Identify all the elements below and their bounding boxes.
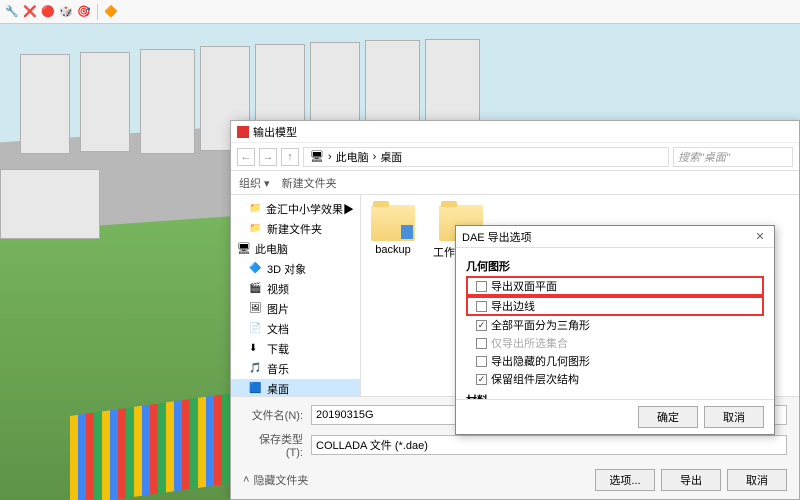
doc-icon bbox=[249, 322, 263, 336]
options-title: DAE 导出选项 bbox=[462, 229, 532, 245]
tree-item[interactable]: 新建文件夹 bbox=[231, 219, 360, 239]
toolbar-divider bbox=[97, 4, 98, 20]
cancel-button[interactable]: 取消 bbox=[727, 469, 787, 491]
tree-item-label: 音乐 bbox=[267, 361, 289, 377]
dae-options-dialog: DAE 导出选项 ✕ 几何图形导出双面平面导出边线全部平面分为三角形仅导出所选集… bbox=[455, 225, 775, 435]
chevron-up-icon: ˄ bbox=[243, 474, 249, 486]
nav-back-icon[interactable]: ← bbox=[237, 148, 255, 166]
tree-item-label: 桌面 bbox=[267, 381, 289, 396]
tool-3[interactable]: 🔴 bbox=[40, 4, 56, 20]
option-row[interactable]: 全部平面分为三角形 bbox=[466, 316, 764, 334]
folder-item[interactable]: backup bbox=[371, 205, 415, 256]
organize-button[interactable]: 组织 ▾ bbox=[239, 175, 270, 191]
checkbox-icon[interactable] bbox=[476, 301, 487, 312]
tree-item[interactable]: 下载 bbox=[231, 339, 360, 359]
options-button[interactable]: 选项... bbox=[595, 469, 655, 491]
option-label: 保留组件层次结构 bbox=[491, 371, 579, 387]
vid-icon bbox=[249, 282, 263, 296]
pic-icon bbox=[249, 302, 263, 316]
option-label: 仅导出所选集合 bbox=[491, 335, 568, 351]
breadcrumb-current[interactable]: 桌面 bbox=[380, 149, 402, 165]
filetype-label: 保存类型(T): bbox=[243, 431, 303, 459]
dl-icon bbox=[249, 342, 263, 356]
option-group-label: 材料 bbox=[466, 392, 764, 399]
tree-item[interactable]: 音乐 bbox=[231, 359, 360, 379]
tree-item[interactable]: 图片 bbox=[231, 299, 360, 319]
tree-item[interactable]: 此电脑 bbox=[231, 239, 360, 259]
option-label: 导出隐藏的几何图形 bbox=[491, 353, 590, 369]
fold-icon bbox=[249, 202, 262, 216]
export-dialog-title: 输出模型 bbox=[253, 124, 297, 140]
tree-item-label: 图片 bbox=[267, 301, 289, 317]
new-folder-button[interactable]: 新建文件夹 bbox=[282, 175, 337, 191]
option-label: 导出边线 bbox=[491, 298, 535, 314]
option-group-label: 几何图形 bbox=[466, 258, 764, 274]
option-row[interactable]: 导出隐藏的几何图形 bbox=[466, 352, 764, 370]
breadcrumb-root[interactable]: 此电脑 bbox=[336, 149, 369, 165]
tool-6[interactable]: 🔶 bbox=[103, 4, 119, 20]
tool-5[interactable]: 🎯 bbox=[76, 4, 92, 20]
tree-item[interactable]: 桌面 bbox=[231, 379, 360, 396]
tree-item-label: 3D 对象 bbox=[267, 261, 306, 277]
tree-item-label: 新建文件夹 bbox=[267, 221, 322, 237]
pc-icon bbox=[237, 242, 251, 256]
filetype-field[interactable]: COLLADA 文件 (*.dae) bbox=[311, 435, 787, 455]
option-label: 导出双面平面 bbox=[491, 278, 557, 294]
pc-icon bbox=[310, 150, 324, 163]
tree-item-label: 下载 bbox=[267, 341, 289, 357]
checkbox-icon[interactable] bbox=[476, 374, 487, 385]
app-icon bbox=[237, 126, 249, 138]
main-toolbar: 🔧 ❌ 🔴 🎲 🎯 🔶 bbox=[0, 0, 800, 24]
checkbox-icon[interactable] bbox=[476, 320, 487, 331]
tree-item[interactable]: 3D 对象 bbox=[231, 259, 360, 279]
options-titlebar[interactable]: DAE 导出选项 ✕ bbox=[456, 226, 774, 248]
close-icon[interactable]: ✕ bbox=[752, 229, 768, 245]
options-cancel-button[interactable]: 取消 bbox=[704, 406, 764, 428]
tree-item[interactable]: 视频 bbox=[231, 279, 360, 299]
option-label: 全部平面分为三角形 bbox=[491, 317, 590, 333]
option-row: 仅导出所选集合 bbox=[466, 334, 764, 352]
tree-item-label: 视频 bbox=[267, 281, 289, 297]
export-button[interactable]: 导出 bbox=[661, 469, 721, 491]
checkbox-icon[interactable] bbox=[476, 281, 487, 292]
tree-item[interactable]: 金汇中小学效果▶ bbox=[231, 199, 360, 219]
option-row[interactable]: 导出双面平面 bbox=[466, 276, 764, 296]
filename-label: 文件名(N): bbox=[243, 407, 303, 423]
export-dialog-titlebar[interactable]: 输出模型 bbox=[231, 121, 799, 143]
folder-tree[interactable]: 金汇中小学效果▶新建文件夹此电脑3D 对象视频图片文档下载音乐桌面本地磁盘 (C… bbox=[231, 195, 361, 396]
mus-icon bbox=[249, 362, 263, 376]
nav-fwd-icon[interactable]: → bbox=[259, 148, 277, 166]
checkbox-icon bbox=[476, 338, 487, 349]
tool-4[interactable]: 🎲 bbox=[58, 4, 74, 20]
option-row[interactable]: 保留组件层次结构 bbox=[466, 370, 764, 388]
3d-icon bbox=[249, 262, 263, 276]
search-input[interactable]: 搜索"桌面" bbox=[673, 147, 793, 167]
tool-1[interactable]: 🔧 bbox=[4, 4, 20, 20]
option-row[interactable]: 导出边线 bbox=[466, 296, 764, 316]
options-body: 几何图形导出双面平面导出边线全部平面分为三角形仅导出所选集合导出隐藏的几何图形保… bbox=[456, 248, 774, 399]
folder-icon bbox=[371, 205, 415, 241]
hide-folders-toggle[interactable]: ˄ 隐藏文件夹 bbox=[243, 472, 308, 488]
tool-2[interactable]: ❌ bbox=[22, 4, 38, 20]
folder-label: backup bbox=[375, 244, 410, 256]
tree-item-label: 金汇中小学效果▶ bbox=[266, 201, 354, 217]
breadcrumb[interactable]: › 此电脑 › 桌面 bbox=[303, 147, 669, 167]
export-toolbar: 组织 ▾ 新建文件夹 bbox=[231, 171, 799, 195]
checkbox-icon[interactable] bbox=[476, 356, 487, 367]
nav-up-icon[interactable]: ↑ bbox=[281, 148, 299, 166]
fold-icon bbox=[249, 222, 263, 236]
tree-item[interactable]: 文档 bbox=[231, 319, 360, 339]
tree-item-label: 此电脑 bbox=[255, 241, 288, 257]
export-navbar: ← → ↑ › 此电脑 › 桌面 搜索"桌面" bbox=[231, 143, 799, 171]
ok-button[interactable]: 确定 bbox=[638, 406, 698, 428]
tree-item-label: 文档 bbox=[267, 321, 289, 337]
dsk-icon bbox=[249, 382, 263, 396]
